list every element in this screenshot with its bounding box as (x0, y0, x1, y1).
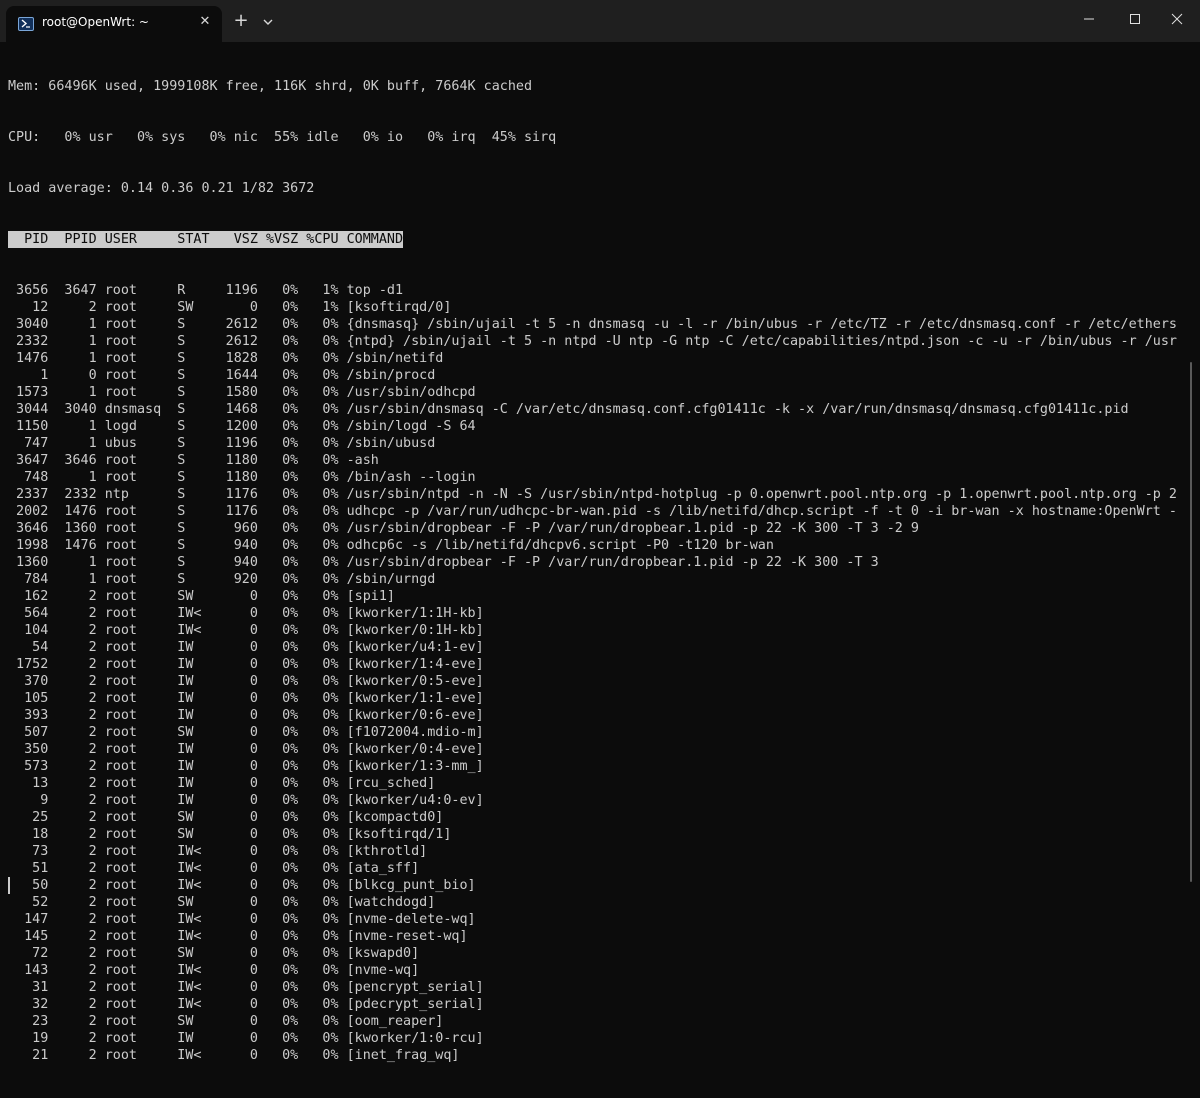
process-row: 350 2 root IW 0 0% 0% [kworker/0:4-eve] (8, 742, 484, 757)
process-row: 23 2 root SW 0 0% 0% [oom_reaper] (8, 1014, 444, 1029)
process-row: 13 2 root IW 0 0% 0% [rcu_sched] (8, 776, 436, 791)
scrollbar[interactable] (1190, 362, 1192, 882)
chevron-down-icon[interactable] (258, 12, 278, 32)
process-row: 1 0 root S 1644 0% 0% /sbin/procd (8, 368, 436, 383)
process-row: 2337 2332 ntp S 1176 0% 0% /usr/sbin/ntp… (8, 487, 1177, 502)
new-tab-button[interactable]: + (230, 10, 252, 32)
process-row: 1573 1 root S 1580 0% 0% /usr/sbin/odhcp… (8, 385, 476, 400)
process-row: 105 2 root IW 0 0% 0% [kworker/1:1-eve] (8, 691, 484, 706)
process-row: 32 2 root IW< 0 0% 0% [pdecrypt_serial] (8, 997, 484, 1012)
process-row: 104 2 root IW< 0 0% 0% [kworker/0:1H-kb] (8, 623, 484, 638)
process-row: 748 1 root S 1180 0% 0% /bin/ash --login (8, 470, 476, 485)
close-icon (1171, 13, 1183, 25)
powershell-icon (18, 17, 34, 31)
tab-close-button[interactable]: ✕ (196, 13, 214, 31)
load-average-line: Load average: 0.14 0.36 0.21 1/82 3672 (8, 181, 315, 196)
process-row: 162 2 root SW 0 0% 0% [spi1] (8, 589, 395, 604)
process-row: 784 1 root S 920 0% 0% /sbin/urngd (8, 572, 436, 587)
process-row: 54 2 root IW 0 0% 0% [kworker/u4:1-ev] (8, 640, 484, 655)
process-row: 143 2 root IW< 0 0% 0% [nvme-wq] (8, 963, 420, 978)
process-row: 564 2 root IW< 0 0% 0% [kworker/1:1H-kb] (8, 606, 484, 621)
process-row: 1476 1 root S 1828 0% 0% /sbin/netifd (8, 351, 444, 366)
process-row: 31 2 root IW< 0 0% 0% [pencrypt_serial] (8, 980, 484, 995)
process-row: 19 2 root IW 0 0% 0% [kworker/1:0-rcu] (8, 1031, 484, 1046)
process-row: 2332 1 root S 2612 0% 0% {ntpd} /sbin/uj… (8, 334, 1177, 349)
process-row: 1150 1 logd S 1200 0% 0% /sbin/logd -S 6… (8, 419, 476, 434)
process-row: 51 2 root IW< 0 0% 0% [ata_sff] (8, 861, 420, 876)
process-row: 73 2 root IW< 0 0% 0% [kthrotld] (8, 844, 428, 859)
process-row: 3044 3040 dnsmasq S 1468 0% 0% /usr/sbin… (8, 402, 1129, 417)
minimize-icon (1084, 18, 1094, 20)
process-row: 18 2 root SW 0 0% 0% [ksoftirqd/1] (8, 827, 452, 842)
process-table-header: PID PPID USER STAT VSZ %VSZ %CPU COMMAND (8, 231, 404, 248)
cpu-summary-line: CPU: 0% usr 0% sys 0% nic 55% idle 0% io… (8, 130, 557, 145)
process-row: 370 2 root IW 0 0% 0% [kworker/0:5-eve] (8, 674, 484, 689)
process-row: 21 2 root IW< 0 0% 0% [inet_frag_wq] (8, 1048, 460, 1063)
process-row: 50 2 root IW< 0 0% 0% [blkcg_punt_bio] (8, 878, 476, 893)
process-table: 3656 3647 root R 1196 0% 1% top -d1 12 2… (8, 282, 1184, 1064)
terminal-pane[interactable]: Mem: 66496K used, 1999108K free, 116K sh… (0, 42, 1200, 1063)
process-row: 747 1 ubus S 1196 0% 0% /sbin/ubusd (8, 436, 436, 451)
process-row: 9 2 root IW 0 0% 0% [kworker/u4:0-ev] (8, 793, 484, 808)
maximize-icon (1130, 14, 1140, 24)
process-row: 3647 3646 root S 1180 0% 0% -ash (8, 453, 379, 468)
tab-title: root@OpenWrt: ~ (42, 15, 149, 29)
terminal-tab[interactable]: root@OpenWrt: ~ ✕ (6, 6, 222, 42)
title-bar: root@OpenWrt: ~ ✕ + (0, 0, 1200, 42)
minimize-button[interactable] (1066, 0, 1112, 36)
process-row: 3656 3647 root R 1196 0% 1% top -d1 (8, 283, 404, 298)
process-row: 2002 1476 root S 1176 0% 0% udhcpc -p /v… (8, 504, 1177, 519)
process-row: 3040 1 root S 2612 0% 0% {dnsmasq} /sbin… (8, 317, 1177, 332)
process-row: 1752 2 root IW 0 0% 0% [kworker/1:4-eve] (8, 657, 484, 672)
maximize-button[interactable] (1112, 0, 1158, 36)
terminal-output: Mem: 66496K used, 1999108K free, 116K sh… (8, 44, 1184, 1098)
text-cursor (8, 877, 10, 894)
process-row: 147 2 root IW< 0 0% 0% [nvme-delete-wq] (8, 912, 476, 927)
process-row: 1360 1 root S 940 0% 0% /usr/sbin/dropbe… (8, 555, 879, 570)
process-row: 1998 1476 root S 940 0% 0% odhcp6c -s /l… (8, 538, 774, 553)
process-row: 507 2 root SW 0 0% 0% [f1072004.mdio-m] (8, 725, 484, 740)
process-row: 25 2 root SW 0 0% 0% [kcompactd0] (8, 810, 444, 825)
process-row: 573 2 root IW 0 0% 0% [kworker/1:3-mm_] (8, 759, 484, 774)
process-row: 72 2 root SW 0 0% 0% [kswapd0] (8, 946, 420, 961)
process-row: 3646 1360 root S 960 0% 0% /usr/sbin/dro… (8, 521, 919, 536)
process-row: 393 2 root IW 0 0% 0% [kworker/0:6-eve] (8, 708, 484, 723)
mem-summary-line: Mem: 66496K used, 1999108K free, 116K sh… (8, 79, 533, 94)
process-row: 145 2 root IW< 0 0% 0% [nvme-reset-wq] (8, 929, 468, 944)
close-window-button[interactable] (1154, 0, 1200, 36)
process-row: 12 2 root SW 0 0% 1% [ksoftirqd/0] (8, 300, 452, 315)
